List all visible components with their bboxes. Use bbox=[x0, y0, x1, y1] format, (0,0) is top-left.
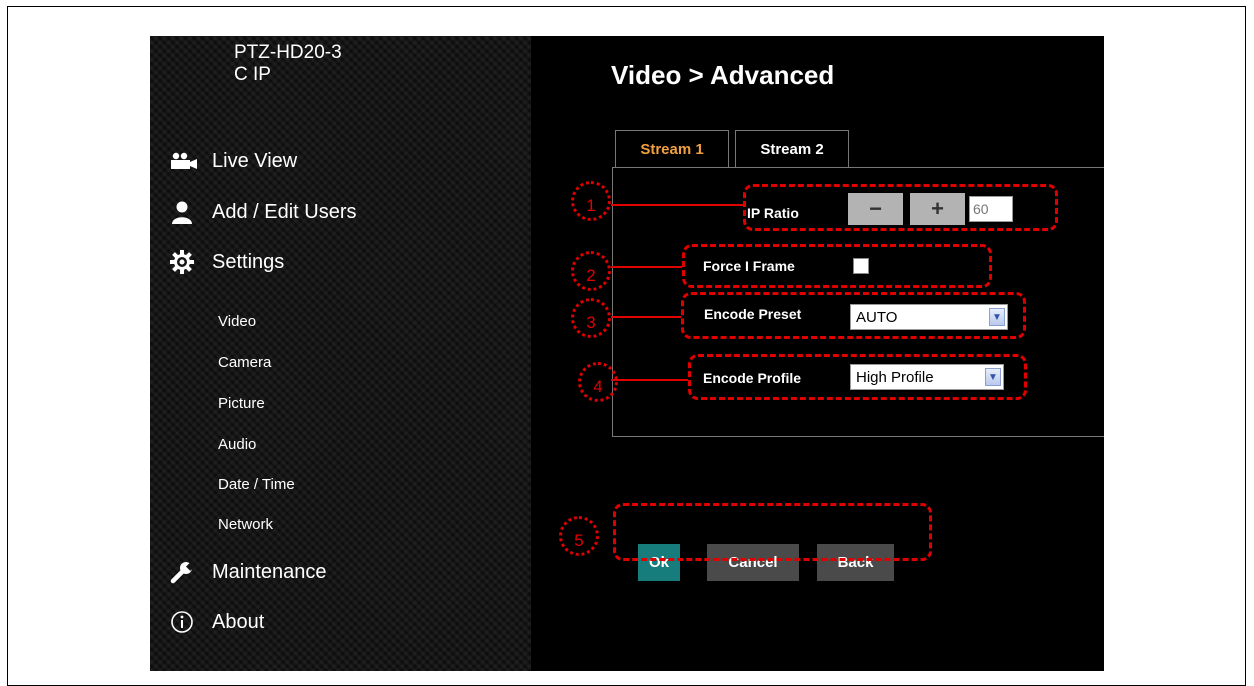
callout-box-force-i-frame bbox=[682, 244, 992, 288]
menu-add-edit-users[interactable]: Add / Edit Users bbox=[170, 200, 357, 224]
device-name-text: PTZ-HD20-3 C IP bbox=[234, 42, 342, 82]
callout-1-text: 1 bbox=[586, 196, 596, 215]
menu-about[interactable]: About bbox=[170, 610, 264, 634]
tab-stream-2[interactable]: Stream 2 bbox=[735, 130, 849, 167]
submenu-date-time[interactable]: Date / Time bbox=[218, 476, 295, 493]
menu-settings-label: Settings bbox=[212, 250, 285, 273]
callout-box-buttons bbox=[613, 503, 932, 561]
wrench-icon bbox=[170, 560, 200, 584]
menu-add-edit-users-label: Add / Edit Users bbox=[212, 200, 357, 223]
callout-2-text: 2 bbox=[586, 266, 596, 285]
callout-leader-2 bbox=[611, 266, 682, 268]
sidebar: PTZ-HD20-3 C IP Live View Add / Edit Use… bbox=[150, 36, 531, 671]
menu-settings[interactable]: Settings bbox=[170, 250, 284, 274]
submenu-picture[interactable]: Picture bbox=[218, 395, 265, 412]
tab-stream-2-label: Stream 2 bbox=[760, 140, 824, 158]
callout-leader-1 bbox=[611, 204, 743, 206]
video-camera-icon bbox=[170, 149, 200, 173]
callout-number-5: 5 bbox=[559, 516, 599, 556]
submenu-audio[interactable]: Audio bbox=[218, 436, 256, 453]
callout-5-text: 5 bbox=[574, 531, 584, 550]
user-icon bbox=[170, 200, 200, 224]
menu-live-view[interactable]: Live View bbox=[170, 149, 297, 173]
menu-live-view-label: Live View bbox=[212, 149, 298, 172]
submenu-camera[interactable]: Camera bbox=[218, 354, 271, 371]
tab-stream-1-label: Stream 1 bbox=[640, 140, 704, 158]
submenu-video[interactable]: Video bbox=[218, 313, 256, 330]
menu-maintenance[interactable]: Maintenance bbox=[170, 560, 327, 584]
callout-number-4: 4 bbox=[578, 362, 618, 402]
device-name: PTZ-HD20-3 C IP bbox=[234, 42, 394, 82]
callout-leader-3 bbox=[611, 316, 681, 318]
gear-icon bbox=[170, 250, 200, 274]
callout-4-text: 4 bbox=[593, 377, 603, 396]
callout-box-ip-ratio bbox=[743, 184, 1058, 231]
callout-number-2: 2 bbox=[571, 251, 611, 291]
callout-number-3: 3 bbox=[571, 298, 611, 338]
page-title: Video > Advanced bbox=[611, 60, 835, 90]
menu-about-label: About bbox=[212, 610, 265, 633]
menu-maintenance-label: Maintenance bbox=[212, 560, 327, 583]
info-icon bbox=[170, 610, 200, 634]
callout-box-encode-preset bbox=[681, 292, 1026, 339]
callout-leader-4 bbox=[611, 379, 688, 381]
callout-box-encode-profile bbox=[688, 354, 1027, 400]
callout-3-text: 3 bbox=[586, 313, 596, 332]
tab-stream-1[interactable]: Stream 1 bbox=[615, 130, 729, 167]
submenu-network[interactable]: Network bbox=[218, 516, 273, 533]
callout-number-1: 1 bbox=[571, 181, 611, 221]
